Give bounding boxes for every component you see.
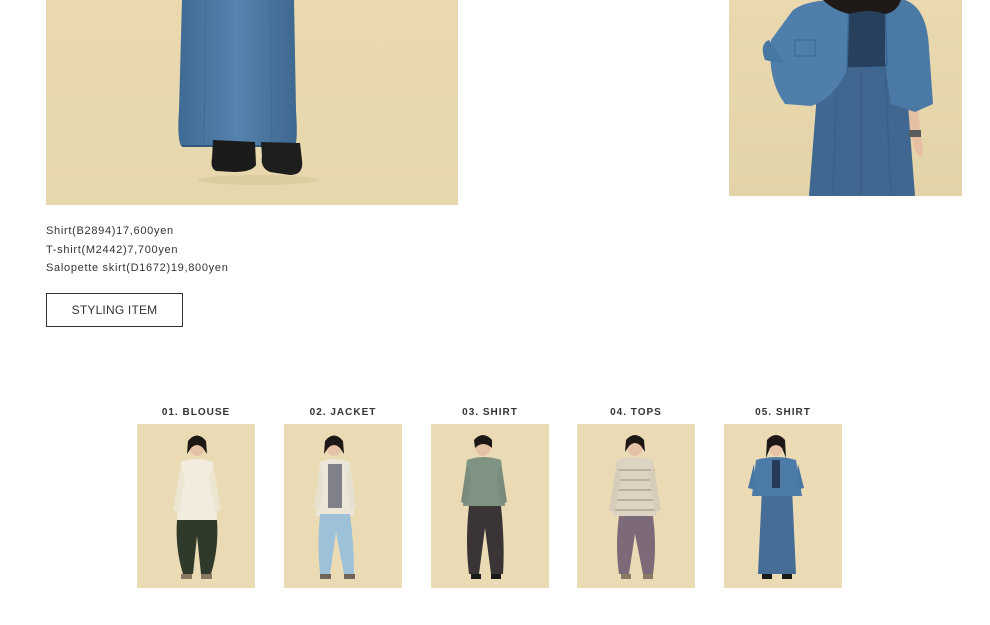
thumbnail-label: 05. SHIRT [755, 407, 811, 418]
thumbnail-shirt-denim[interactable]: 05. SHIRT [724, 406, 842, 588]
look-photo-tops [577, 424, 695, 588]
look-photo-shirt-denim [724, 424, 842, 588]
thumbnail-label: 01. BLOUSE [161, 407, 231, 418]
item-tshirt-price: T-shirt(M2442)7,700yen [46, 243, 179, 256]
denim-skirt-figure [178, 0, 318, 185]
look-photo-detail [729, 0, 962, 196]
item-shirt-price: Shirt(B2894)17,600yen [46, 225, 174, 237]
look-thumbnail-row: 01. BLOUSE 02. JACKET 03. SHIRT 04. TOPS… [137, 406, 842, 588]
thumbnail-shirt-green[interactable]: 03. SHIRT [431, 406, 549, 588]
thumbnail-tops[interactable]: 04. TOPS [577, 406, 695, 588]
styling-item-list: Shirt(B2894)17,600yen T-shirt(M2442)7,70… [46, 222, 229, 278]
look-photo-blouse [137, 424, 255, 588]
thumbnail-blouse[interactable]: 01. BLOUSE [137, 406, 255, 588]
thumbnail-jacket[interactable]: 02. JACKET [284, 406, 402, 588]
denim-jacket-figure [762, 0, 933, 196]
thumbnail-label: 03. SHIRT [462, 407, 518, 418]
thumbnail-label: 04. TOPS [610, 407, 662, 418]
thumbnail-label: 02. JACKET [309, 407, 377, 418]
styling-item-button[interactable]: STYLING ITEM [46, 293, 183, 327]
item-skirt-price: Salopette skirt(D1672)19,800yen [46, 262, 229, 274]
look-photo-main [46, 0, 458, 205]
look-photo-shirt-green [431, 424, 549, 588]
look-photo-jacket [284, 424, 402, 588]
